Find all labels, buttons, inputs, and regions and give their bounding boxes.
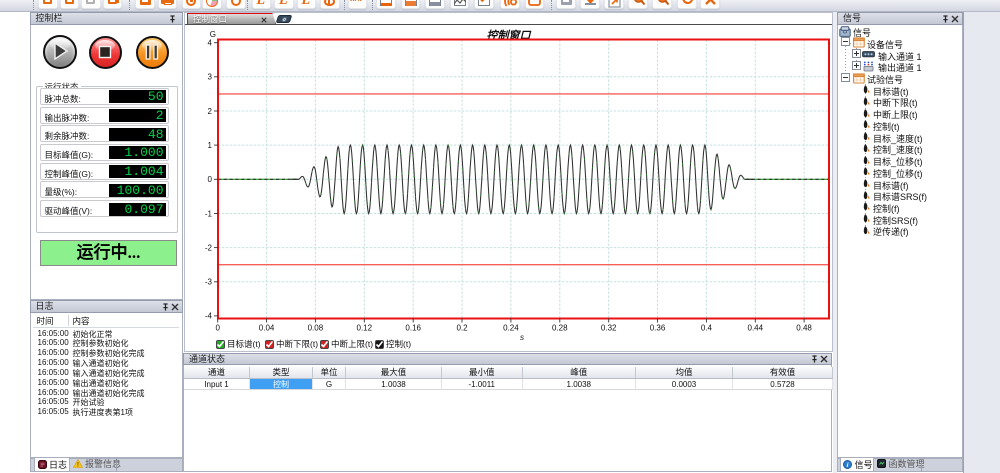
svg-text:1: 1 [208,141,213,150]
svg-text:0: 0 [208,175,213,184]
svg-text:G: G [210,30,216,39]
svg-text:!: ! [76,462,78,468]
svg-text:-1: -1 [205,210,213,219]
svg-text:-2: -2 [205,244,213,253]
svg-text:s: s [520,333,524,342]
svg-text:4: 4 [208,39,213,48]
svg-text:0.44: 0.44 [748,324,764,333]
svg-text:i: i [847,462,849,469]
svg-text:0.04: 0.04 [259,324,275,333]
svg-text:0.2: 0.2 [456,324,468,333]
svg-text:0.12: 0.12 [357,324,373,333]
svg-text:0.32: 0.32 [601,324,617,333]
svg-text:2: 2 [208,107,213,116]
svg-text:0.4: 0.4 [701,324,713,333]
svg-text:-3: -3 [205,278,213,287]
svg-text:-4: -4 [205,312,213,321]
svg-text:0.48: 0.48 [796,324,812,333]
svg-text:0.28: 0.28 [552,324,568,333]
svg-text:0: 0 [215,324,220,333]
svg-text:0.36: 0.36 [650,324,666,333]
svg-text:3: 3 [208,73,213,82]
svg-text:0.16: 0.16 [405,324,421,333]
svg-text:0.08: 0.08 [308,324,324,333]
svg-text:0.24: 0.24 [503,324,519,333]
